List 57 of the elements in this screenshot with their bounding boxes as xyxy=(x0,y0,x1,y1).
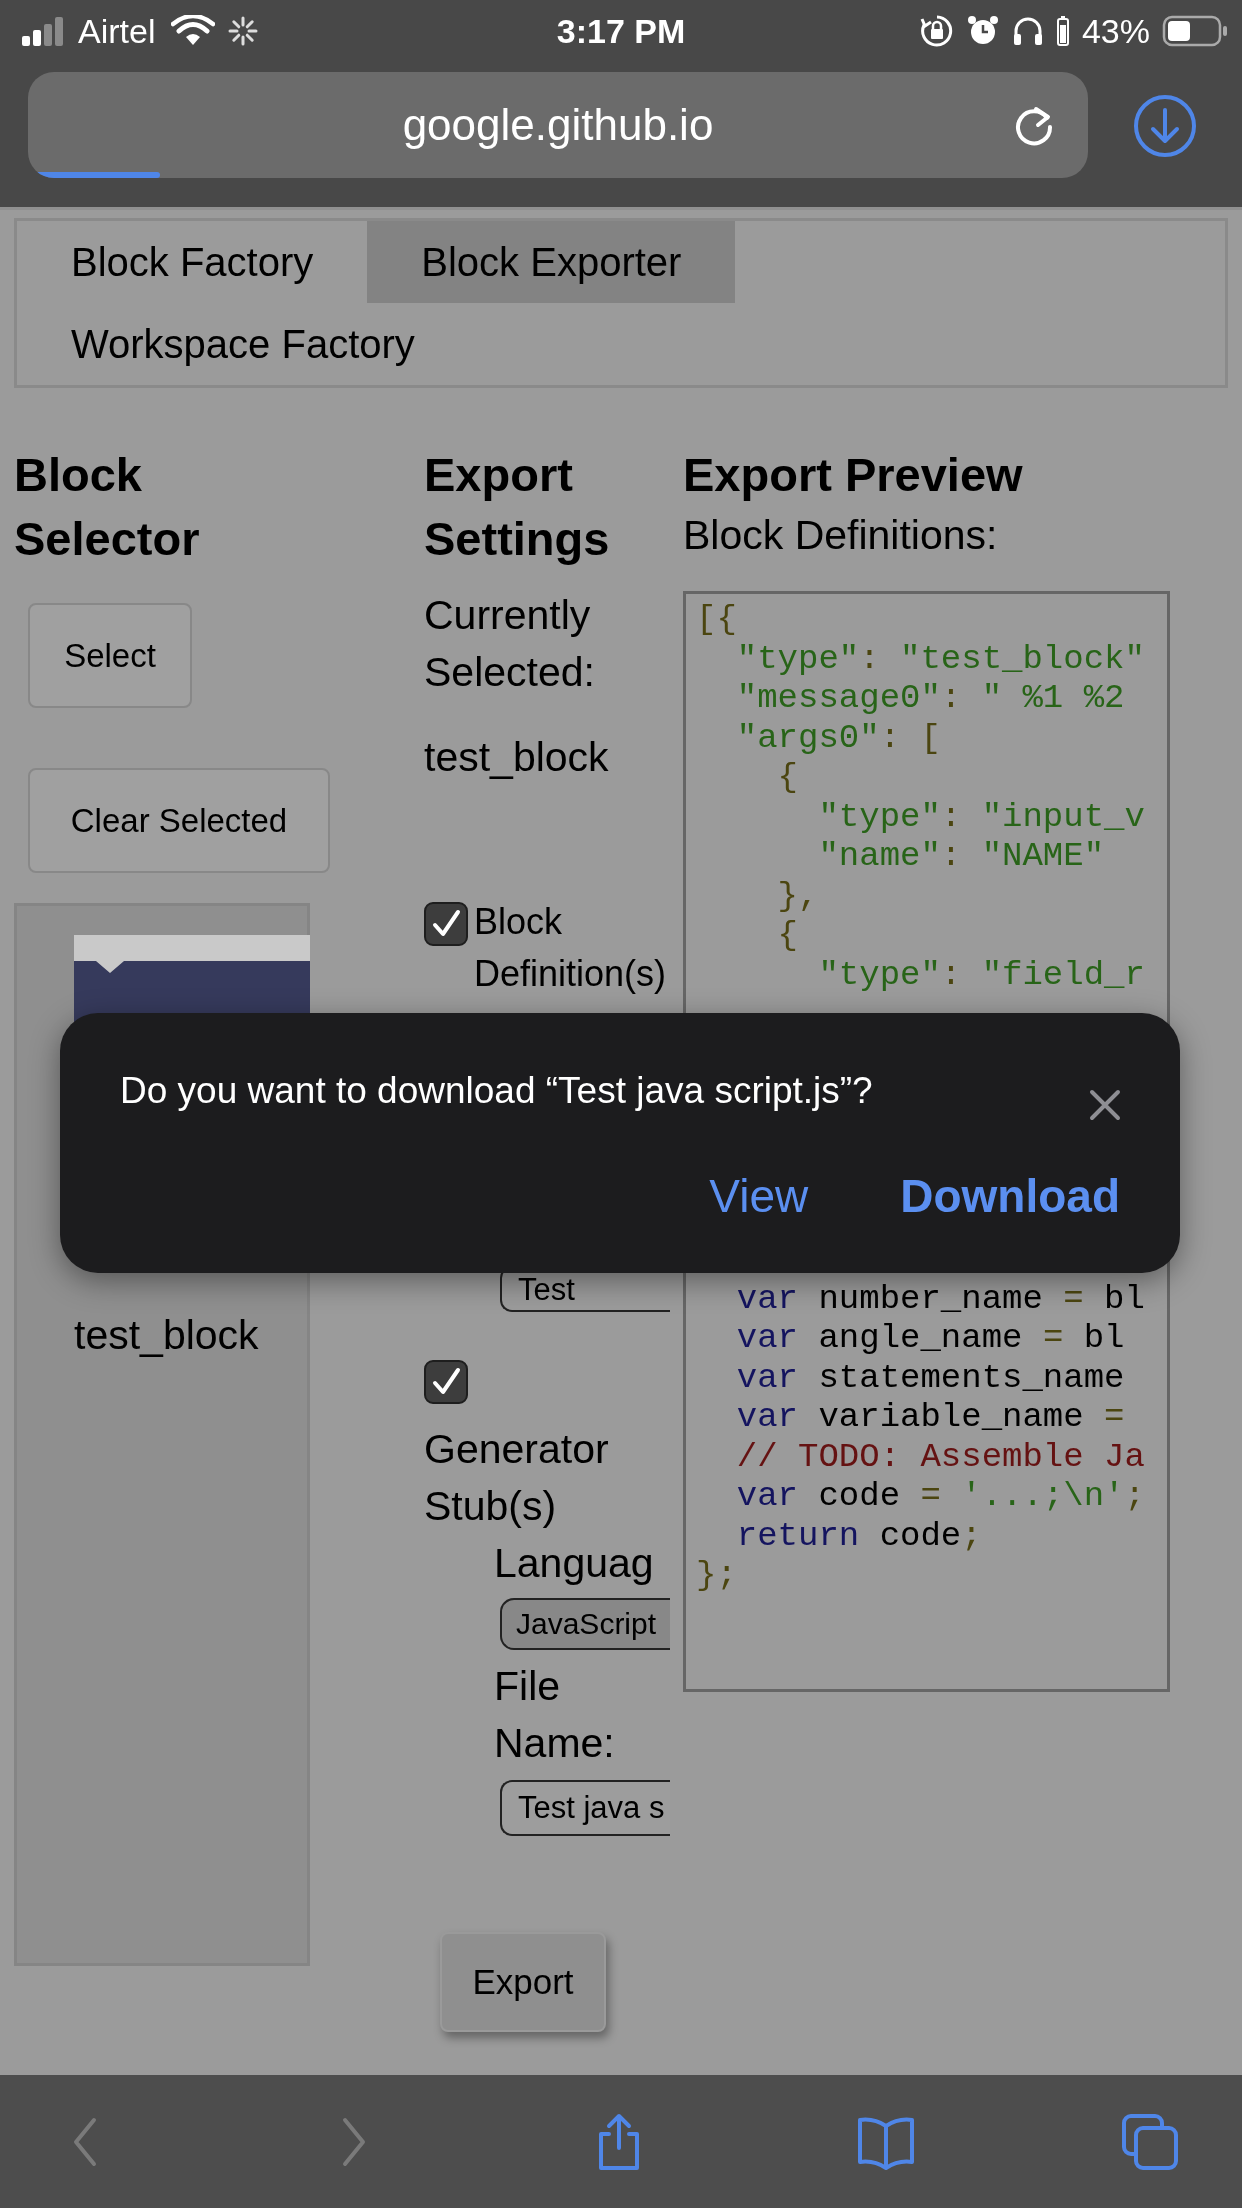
label: Block Definitions: xyxy=(683,511,998,560)
loading-spinner-icon xyxy=(227,15,260,47)
block-label: test_block xyxy=(74,1311,260,1360)
address-field[interactable]: google.github.io xyxy=(28,72,1088,178)
export-button[interactable]: Export xyxy=(440,1932,606,2032)
code-line: "type": "input_v xyxy=(817,797,1145,837)
code-line: { xyxy=(776,758,799,798)
battery-icon xyxy=(1162,15,1228,47)
section-heading: Export Preview xyxy=(683,447,1023,503)
carrier-name: Airtel xyxy=(78,11,156,51)
checkbox-label: Block Definition(s) xyxy=(474,900,668,996)
button[interactable]: Select xyxy=(28,603,192,708)
tabs-icon[interactable] xyxy=(1120,2111,1180,2172)
download-icon[interactable] xyxy=(1133,94,1197,158)
headphones-icon xyxy=(1011,15,1044,47)
dialog-button[interactable]: View xyxy=(709,1169,809,1223)
signal-icon xyxy=(20,16,66,46)
checkbox[interactable] xyxy=(424,902,468,946)
code-line: var code = '...;\n'; xyxy=(735,1477,1145,1517)
battery-percent: 43% xyxy=(1081,11,1150,51)
dialog-message: Do you want to download “Test java script.js”? xyxy=(120,1069,873,1113)
code-line: }; xyxy=(696,1556,737,1596)
code-line: return code; xyxy=(735,1516,982,1556)
code-line: "name": "NAME" xyxy=(817,837,1105,877)
section-heading: Export Settings xyxy=(424,447,611,567)
checkbox[interactable] xyxy=(424,1360,468,1404)
section-heading: Block Selector xyxy=(14,447,201,567)
rotation-lock-icon xyxy=(919,14,954,48)
file-name-field[interactable]: Test java s xyxy=(500,1780,670,1836)
button[interactable]: Clear Selected xyxy=(28,768,330,873)
code-line: "type": "field_r xyxy=(817,955,1145,995)
code-line: var number_name = bl xyxy=(735,1279,1145,1319)
dialog-button[interactable]: Download xyxy=(900,1169,1120,1223)
code-line: "args0": [ xyxy=(735,718,941,758)
code-line: var statements_name xyxy=(735,1358,1125,1398)
status-time: 3:17 PM xyxy=(555,11,687,51)
tab[interactable]: Workspace Factory xyxy=(17,303,469,385)
language-dropdown[interactable]: JavaScript xyxy=(500,1598,670,1650)
tab[interactable]: Block Exporter xyxy=(367,221,736,303)
code-line: var variable_name = xyxy=(735,1398,1125,1438)
url-text: google.github.io xyxy=(402,100,714,150)
tab[interactable]: Block Factory xyxy=(17,221,368,303)
code-line: "message0": " %1 %2 xyxy=(735,679,1125,719)
wifi-icon xyxy=(171,15,216,47)
checkbox-label: Generator Stub(s) xyxy=(424,1425,610,1531)
close-icon[interactable] xyxy=(1088,1088,1122,1122)
code-line: // TODO: Assemble Ja xyxy=(735,1437,1145,1477)
code-line: { xyxy=(776,916,799,956)
code-line: var angle_name = bl xyxy=(735,1319,1125,1359)
label: Currently Selected: xyxy=(424,591,596,697)
selected-block-name: test_block xyxy=(424,733,609,782)
small-battery-icon xyxy=(1055,15,1070,47)
code-line: }, xyxy=(776,876,819,916)
label: File Name: xyxy=(494,1662,616,1768)
code-line: [{ xyxy=(696,600,737,640)
code-line: "type": "test_block" xyxy=(735,639,1145,679)
label: Languag xyxy=(494,1539,654,1588)
